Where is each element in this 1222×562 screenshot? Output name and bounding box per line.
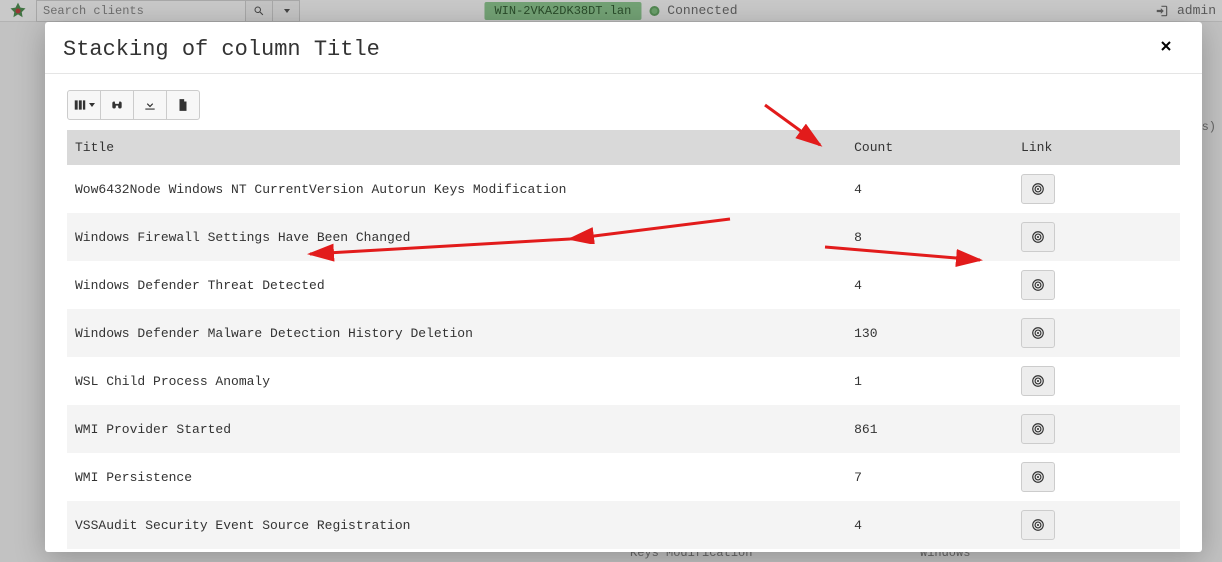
cell-link [1013,405,1180,453]
cell-link [1013,501,1180,549]
binoculars-icon [110,98,124,112]
cell-title: WMI Provider Started [67,405,846,453]
target-icon [1031,470,1045,484]
target-icon [1031,278,1045,292]
columns-button[interactable] [67,90,101,120]
link-button[interactable] [1021,366,1055,396]
link-button[interactable] [1021,462,1055,492]
cell-title: VSSAudit Security Event Source Registrat… [67,501,846,549]
table-row: Windows Firewall Settings Have Been Chan… [67,213,1180,261]
cell-count: 4 [846,261,1013,309]
table-row: Wow6432Node Windows NT CurrentVersion Au… [67,165,1180,213]
cell-count: 861 [846,405,1013,453]
cell-title: Windows Defender Malware Detection Histo… [67,309,846,357]
table-row: WMI Provider Started861 [67,405,1180,453]
file-icon [176,98,190,112]
modal-header: Stacking of column Title [45,22,1202,74]
download-button[interactable] [133,90,167,120]
table-row: WSL Child Process Anomaly1 [67,357,1180,405]
table-row: Windows Defender Threat Detected4 [67,261,1180,309]
link-button[interactable] [1021,510,1055,540]
cell-count: 130 [846,309,1013,357]
cell-count: 1 [846,357,1013,405]
cell-link [1013,357,1180,405]
cell-count: 7 [846,453,1013,501]
link-button[interactable] [1021,270,1055,300]
find-button[interactable] [100,90,134,120]
cell-title: Wow6432Node Windows NT CurrentVersion Au… [67,165,846,213]
col-header-count[interactable]: Count [846,130,1013,165]
table-row: WMI Persistence7 [67,453,1180,501]
target-icon [1031,518,1045,532]
stacking-modal: Stacking of column Title Title Co [45,22,1202,552]
modal-title: Stacking of column Title [63,37,380,62]
modal-body: Title Count Link Wow6432Node Windows NT … [45,74,1202,552]
stacking-table: Title Count Link Wow6432Node Windows NT … [67,130,1180,552]
table-row: Windows Defender Malware Detection Histo… [67,309,1180,357]
columns-icon [73,98,87,112]
cell-title: Windows Defender Threat Detected [67,261,846,309]
close-icon [1158,38,1174,54]
cell-title: User Logoff Event [67,549,846,552]
cell-link [1013,213,1180,261]
export-button[interactable] [166,90,200,120]
chevron-down-icon [89,103,95,107]
link-button[interactable] [1021,222,1055,252]
target-icon [1031,422,1045,436]
cell-link [1013,261,1180,309]
cell-link [1013,549,1180,552]
link-button[interactable] [1021,174,1055,204]
cell-link [1013,165,1180,213]
cell-link [1013,453,1180,501]
cell-title: Windows Firewall Settings Have Been Chan… [67,213,846,261]
close-button[interactable] [1152,36,1180,63]
cell-count: 4 [846,165,1013,213]
table-toolbar [67,90,1180,120]
target-icon [1031,374,1045,388]
cell-title: WSL Child Process Anomaly [67,357,846,405]
link-button[interactable] [1021,414,1055,444]
cell-count: 4 [846,501,1013,549]
target-icon [1031,230,1045,244]
cell-link [1013,309,1180,357]
table-row: VSSAudit Security Event Source Registrat… [67,501,1180,549]
table-row: User Logoff Event736 [67,549,1180,552]
cell-count: 8 [846,213,1013,261]
target-icon [1031,326,1045,340]
download-icon [143,98,157,112]
cell-title: WMI Persistence [67,453,846,501]
col-header-link[interactable]: Link [1013,130,1180,165]
col-header-title[interactable]: Title [67,130,846,165]
link-button[interactable] [1021,318,1055,348]
target-icon [1031,182,1045,196]
cell-count: 736 [846,549,1013,552]
